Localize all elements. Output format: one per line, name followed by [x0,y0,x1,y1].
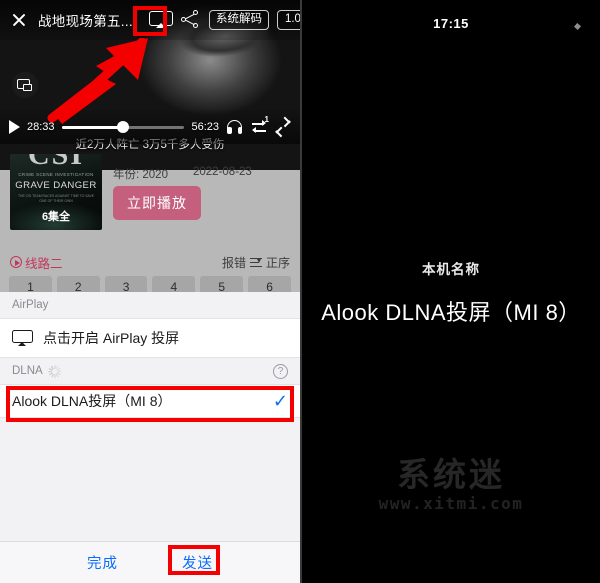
player-control-bar: 28:33 56:23 1 [0,110,300,144]
dlna-device-row[interactable]: Alook DLNA投屏（MI 8） ✓ [0,384,300,418]
decoder-button[interactable]: 系统解码 [208,10,269,30]
dlna-section-header: DLNA ? [0,358,300,384]
watermark: 系统迷 www.xitmi.com [302,448,600,513]
current-time-label: 28:33 [27,121,55,133]
repeat-one-badge: 1 [264,115,269,124]
tv-clock: 17:15 [433,16,469,31]
pip-inner-frame [23,84,32,91]
close-icon[interactable] [8,9,30,31]
poster-fine-print: THE CSI TEAM RACES AGAINST TIME TO SAVE … [17,194,95,204]
sort-order-label[interactable]: 正序 [266,254,290,271]
video-title: 战地现场第五... [38,14,133,29]
progress-fill [61,125,123,129]
done-button[interactable]: 完成 [77,548,128,577]
picture-in-picture-icon[interactable] [12,72,38,98]
update-date-label: 2022-08-23 [193,166,252,178]
checkmark-icon: ✓ [272,391,288,411]
release-year-label: 年份: 2020 [113,169,168,181]
loading-spinner-icon [48,364,62,378]
tv-device-heading: 本机名称 [422,262,480,277]
player-top-bar: 战地现场第五... 系统解码 1.0 [0,0,300,40]
sort-line-3 [249,265,262,267]
watermark-url: www.xitmi.com [378,494,524,513]
airplay-section-header: AirPlay [0,292,300,318]
airplay-screen-triangle [18,342,26,346]
tv-panel: 17:15 本机名称 Alook DLNA投屏（MI 8） 系统迷 www.xi… [300,0,600,583]
poster-subtitle: CRIME SCENE INVESTIGATION [18,172,94,177]
cast-sheet: AirPlay 点击开启 AirPlay 投屏 DLNA ? Alook DLN… [0,292,300,583]
dlna-device-label: Alook DLNA投屏（MI 8） [12,393,172,409]
progress-slider[interactable] [61,121,185,133]
dlna-section-label: DLNA [12,365,43,377]
source-name-group[interactable]: 线路二 [10,253,63,272]
repeat-head-left [252,127,256,134]
sort-icon[interactable] [249,257,262,268]
send-button[interactable]: 发送 [172,548,223,577]
poster-episode-name: GRAVE DANGER [15,180,97,191]
poster-title: CSI [27,154,85,171]
play-circle-icon [10,256,22,268]
help-question-icon[interactable]: ? [273,363,288,379]
fullscreen-expand-icon[interactable] [275,116,291,138]
headphone-icon[interactable] [226,119,243,135]
airplay-section-label: AirPlay [12,299,49,311]
info-gap-spacer [0,238,300,250]
tv-device-name: Alook DLNA投屏（MI 8） [321,300,581,325]
airplay-enable-label: 点击开启 AirPlay 投屏 [43,330,180,346]
airplay-screen-body [12,329,33,343]
headphone-ear-right [237,126,242,134]
play-now-button[interactable]: 立即播放 [113,186,201,220]
source-selector-row: 线路二 报错 正序 [0,250,300,274]
source-actions: 报错 正序 [222,254,290,271]
airplay-enable-row[interactable]: 点击开启 AirPlay 投屏 [0,318,300,358]
share-link-upper [185,13,195,20]
play-icon[interactable] [9,120,20,134]
cast-screen-icon[interactable] [148,10,173,30]
duration-label: 56:23 [191,121,219,133]
spinner-blade [57,370,62,372]
fullscreen-stroke-4 [275,130,283,138]
tv-device-block: 本机名称 Alook DLNA投屏（MI 8） [302,258,600,327]
poster-episode-badge: 6集全 [41,211,71,223]
phone-panel: 战地现场第五... 系统解码 1.0 近2万人阵亡 3万5千多人受伤 28:33… [0,0,300,583]
sheet-empty-area [0,418,300,541]
sort-arrow [256,258,261,263]
screenshot-root: 战地现场第五... 系统解码 1.0 近2万人阵亡 3万5千多人受伤 28:33… [0,0,600,583]
source-name-label: 线路二 [25,256,63,271]
cast-screen-triangle [155,23,166,28]
share-icon[interactable] [180,10,201,30]
series-poster[interactable]: CSI CRIME SCENE INVESTIGATION GRAVE DANG… [10,154,102,230]
playback-speed-button[interactable]: 1.0 [276,10,300,30]
video-player[interactable]: 战地现场第五... 系统解码 1.0 近2万人阵亡 3万5千多人受伤 28:33… [0,0,300,170]
airplay-screen-icon [12,329,33,347]
headphone-ear-left [227,126,232,134]
report-error-button[interactable]: 报错 [222,254,246,271]
progress-knob[interactable] [117,121,129,133]
watermark-brand: 系统迷 [397,455,505,494]
media-info-strip: CSI CRIME SCENE INVESTIGATION GRAVE DANG… [0,154,300,238]
sheet-footer: 完成 发送 [0,541,300,583]
repeat-one-icon[interactable]: 1 [250,115,269,135]
